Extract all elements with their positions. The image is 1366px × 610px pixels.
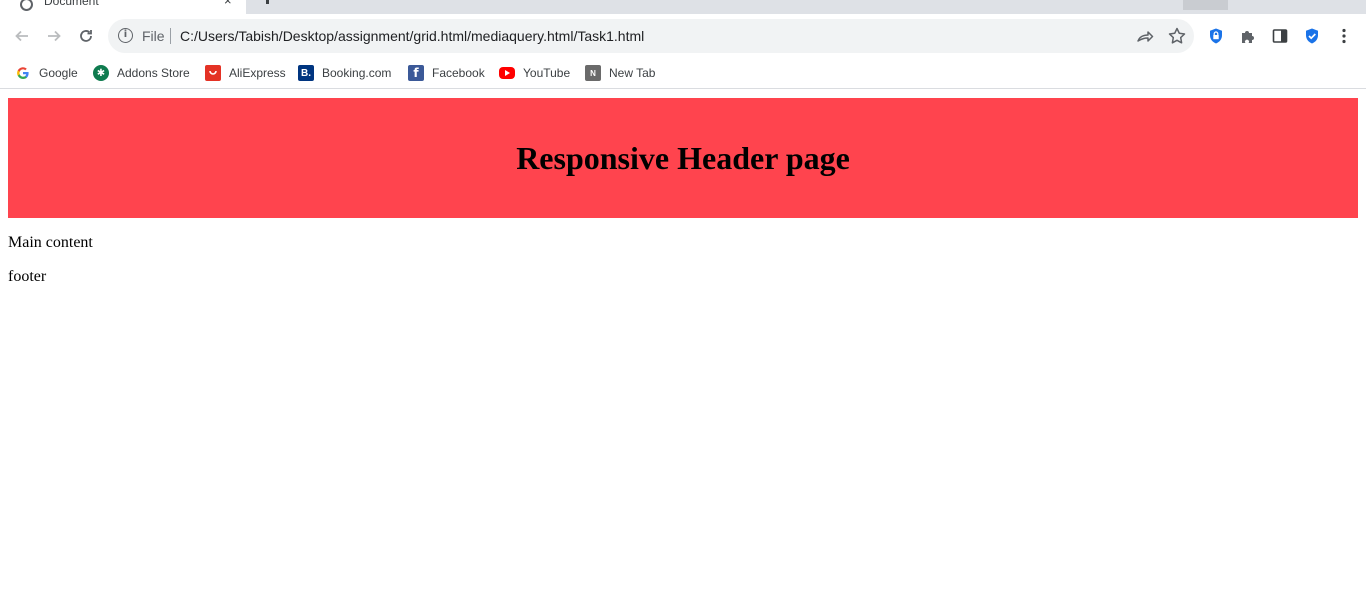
facebook-icon: f (408, 65, 424, 81)
url-text[interactable]: C:/Users/Tabish/Desktop/assignment/grid.… (180, 28, 644, 44)
addons-store-icon: ✱ (93, 65, 109, 81)
shield-lock-icon[interactable] (1205, 25, 1227, 47)
arrow-right-icon (48, 30, 61, 42)
page-footer: footer (8, 268, 47, 285)
bookmark-youtube[interactable]: YouTube (499, 63, 570, 83)
bookmark-aliexpress[interactable]: AliExpress (205, 63, 286, 83)
info-icon[interactable]: i (118, 28, 133, 43)
bookmark-addons-store[interactable]: ✱ Addons Store (93, 63, 190, 83)
bookmark-new-tab[interactable]: N New Tab (585, 63, 655, 83)
forward-button[interactable] (40, 22, 68, 50)
address-bar[interactable]: i File C:/Users/Tabish/Desktop/assignmen… (108, 19, 1194, 53)
page-viewport: Responsive Header page Main content foot… (0, 90, 1366, 610)
new-tab-button[interactable] (266, 0, 269, 4)
browser-toolbar: i File C:/Users/Tabish/Desktop/assignmen… (0, 14, 1366, 58)
youtube-icon (499, 67, 515, 79)
scheme-label: File (142, 28, 165, 44)
bookmark-google[interactable]: Google (15, 63, 78, 83)
bookmark-facebook[interactable]: f Facebook (408, 63, 485, 83)
bookmark-label: Facebook (432, 66, 485, 80)
bookmark-label: Google (39, 66, 78, 80)
tab-strip: Document × (0, 0, 1366, 14)
bookmark-label: YouTube (523, 66, 571, 80)
tab-search-button[interactable] (1183, 0, 1228, 10)
close-icon[interactable]: × (224, 0, 232, 8)
bookmark-label: Booking.com (322, 66, 392, 80)
shield-check-icon[interactable] (1301, 25, 1323, 47)
main-content: Main content (8, 234, 93, 251)
aliexpress-icon (205, 65, 221, 81)
bookmarks-bar: Google ✱ Addons Store AliExpress B. Book… (0, 58, 1366, 89)
bookmark-label: Addons Store (117, 66, 190, 80)
kebab-menu-icon[interactable] (1333, 25, 1355, 47)
reload-button[interactable] (72, 22, 100, 50)
bookmark-star-icon[interactable] (1166, 25, 1188, 47)
page-header: Responsive Header page (8, 98, 1358, 218)
back-button[interactable] (8, 22, 36, 50)
google-icon (15, 65, 31, 81)
active-tab[interactable]: Document × (0, 0, 246, 14)
omnibox-divider (170, 28, 171, 44)
bookmark-label: AliExpress (229, 66, 286, 80)
bookmark-label: New Tab (609, 66, 656, 80)
globe-icon (20, 0, 33, 11)
bookmark-booking[interactable]: B. Booking.com (298, 63, 391, 83)
new-tab-icon: N (585, 65, 601, 81)
puzzle-icon[interactable] (1237, 25, 1259, 47)
booking-icon: B. (298, 65, 314, 81)
tab-title: Document (44, 0, 99, 8)
side-panel-icon[interactable] (1269, 25, 1291, 47)
arrow-left-icon (15, 30, 28, 42)
share-icon[interactable] (1134, 25, 1156, 47)
page-title: Responsive Header page (516, 140, 850, 176)
reload-icon (80, 30, 92, 42)
